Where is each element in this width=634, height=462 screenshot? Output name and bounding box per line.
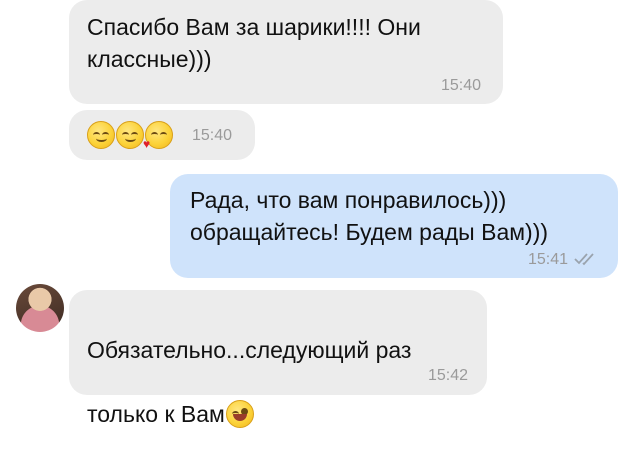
message-text: Рада, что вам понравилось))) обращайтесь… xyxy=(190,187,549,245)
smiling-face-icon xyxy=(116,121,144,149)
sender-avatar[interactable] xyxy=(16,284,64,332)
incoming-message[interactable]: Спасибо Вам за шарики!!!! Они классные))… xyxy=(69,0,503,104)
incoming-message[interactable]: Обязательно...следующий раз только к Вам… xyxy=(69,290,487,428)
message-line: только к Вам xyxy=(87,398,411,430)
message-text: Спасибо Вам за шарики!!!! Они классные))… xyxy=(87,14,421,72)
message-time: 15:42 xyxy=(427,367,468,384)
message-text: Обязательно...следующий раз только к Вам xyxy=(87,302,411,462)
message-line: Обязательно...следующий раз xyxy=(87,337,412,363)
read-checkmarks-icon xyxy=(574,253,594,266)
message-time: 15:40 xyxy=(440,77,481,94)
outgoing-message[interactable]: Рада, что вам понравилось))) обращайтесь… xyxy=(170,174,618,278)
incoming-emoji-message[interactable]: ♥ 15:40 xyxy=(69,110,255,160)
smiling-face-icon xyxy=(87,121,115,149)
message-time: 15:41 xyxy=(527,251,568,268)
winking-face-icon xyxy=(225,400,254,428)
message-time: 15:40 xyxy=(192,127,233,144)
blowing-kiss-face-icon: ♥ xyxy=(143,121,173,150)
